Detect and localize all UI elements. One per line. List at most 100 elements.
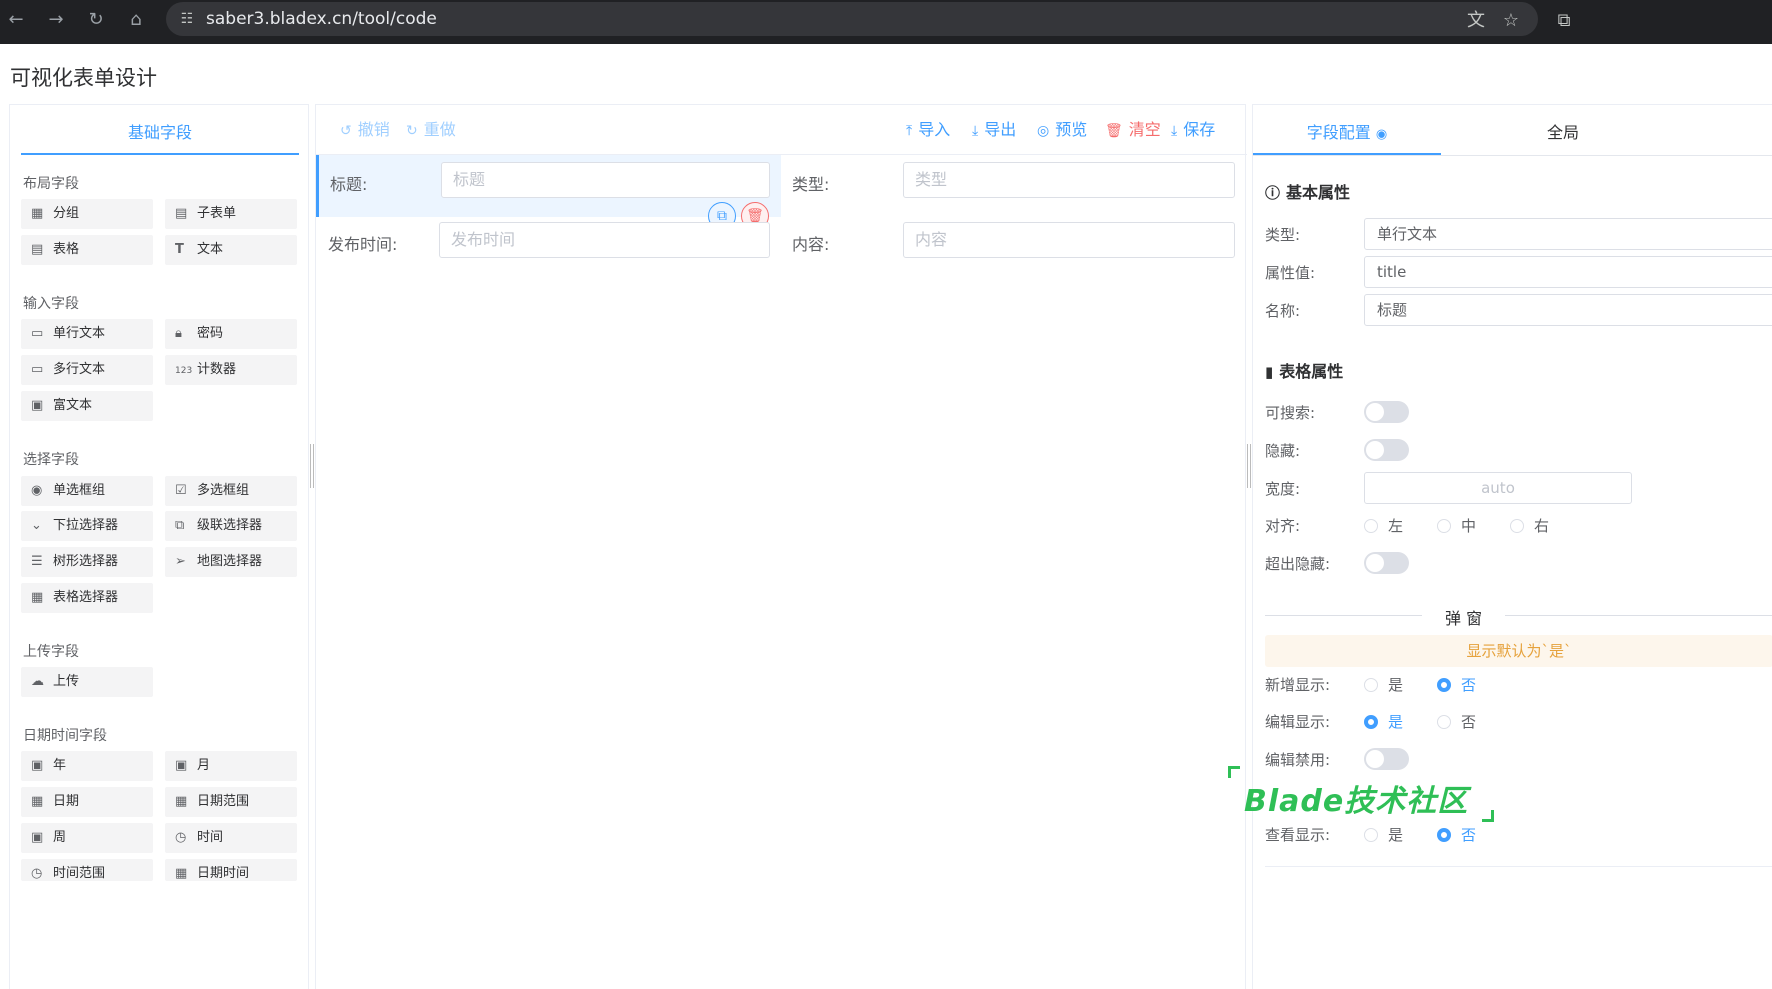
forward-arrow-icon[interactable]: → (43, 7, 69, 33)
browser-toolbar: ← → ↻ ⌂ ☷ saber3.bladex.cn/tool/code 文 ☆… (0, 0, 1772, 44)
edit-show-yes-radio[interactable]: 是 (1364, 712, 1403, 732)
content-input[interactable]: 内容 (903, 222, 1235, 258)
bookmark-star-icon[interactable]: ☆ (1497, 7, 1525, 35)
divider-line (1505, 615, 1772, 616)
align-center-radio[interactable]: 中 (1437, 516, 1476, 536)
field-date[interactable]: ▦ 日期 (21, 787, 153, 817)
field-multi-text[interactable]: ▭ 多行文本 (21, 355, 153, 385)
home-icon[interactable]: ⌂ (123, 7, 149, 33)
type-prop-select[interactable]: 单行文本 (1364, 218, 1772, 250)
align-right-label: 右 (1534, 517, 1550, 535)
field-checkbox-group[interactable]: ☑ 多选框组 (165, 476, 297, 506)
field-single-text[interactable]: ▭ 单行文本 (21, 319, 153, 349)
hidden-switch[interactable] (1364, 439, 1409, 461)
add-show-yes-radio[interactable]: 是 (1364, 675, 1403, 695)
view-show-yes-radio[interactable]: 是 (1364, 825, 1403, 845)
calendar-icon: ▦ (31, 794, 44, 809)
prop-value-label: 属性值: (1265, 264, 1316, 282)
group-datetime-title: 日期时间字段 (23, 728, 107, 744)
radio-dot (1437, 715, 1451, 729)
field-tree-select[interactable]: ☰ 树形选择器 (21, 547, 153, 577)
page-title: 可视化表单设计 (10, 66, 157, 90)
field-time[interactable]: ◷ 时间 (165, 823, 297, 853)
clear-button[interactable]: 🗑︎ 清空 (1105, 119, 1161, 142)
save-button[interactable]: ⤓ 保存 (1171, 119, 1215, 142)
site-settings-icon[interactable]: ☷ (176, 8, 198, 30)
view-show-no-radio[interactable]: 否 (1437, 825, 1476, 845)
align-right-radio[interactable]: 右 (1510, 516, 1549, 536)
table-props-title: 表格属性 (1279, 362, 1344, 381)
field-subform[interactable]: ▤ 子表单 (165, 199, 297, 229)
field-password[interactable]: 🔒︎ 密码 (165, 319, 297, 349)
field-counter[interactable]: 123 计数器 (165, 355, 297, 385)
field-rich-text-label: 富文本 (53, 398, 93, 413)
no-label: 否 (1461, 676, 1477, 694)
field-datetime[interactable]: ▦ 日期时间 (165, 859, 297, 881)
field-group[interactable]: ▦ 分组 (21, 199, 153, 229)
field-dropdown[interactable]: ⌄ 下拉选择器 (21, 511, 153, 541)
prop-value-input[interactable]: title (1364, 256, 1772, 288)
group-layout-title: 布局字段 (23, 176, 79, 192)
field-text[interactable]: T 文本 (165, 235, 297, 265)
field-radio-group[interactable]: ◉ 单选框组 (21, 476, 153, 506)
redo-button[interactable]: ↻ 重做 (406, 119, 456, 142)
content-field-label: 内容: (792, 235, 830, 254)
export-button[interactable]: ⤓ 导出 (972, 119, 1016, 142)
searchable-label: 可搜索: (1265, 404, 1316, 422)
publish-time-input[interactable]: 发布时间 (439, 222, 770, 258)
tab-field-config[interactable]: 字段配置 ◉ (1253, 105, 1441, 155)
radio-icon: ◉ (31, 483, 43, 498)
field-map-select[interactable]: ➢ 地图选择器 (165, 547, 297, 577)
preview-button[interactable]: ◎ 预览 (1037, 119, 1087, 142)
width-input[interactable]: auto (1364, 472, 1632, 504)
field-time-range[interactable]: ◷ 时间范围 (21, 859, 153, 881)
field-upload[interactable]: ☁ 上传 (21, 667, 153, 697)
overflow-switch[interactable] (1364, 552, 1409, 574)
align-left-label: 左 (1388, 517, 1404, 535)
field-date-range[interactable]: ▦ 日期范围 (165, 787, 297, 817)
name-prop-input[interactable]: 标题 (1364, 294, 1772, 326)
tab-global-config[interactable]: 全局 (1547, 105, 1579, 161)
yes-label: 是 (1388, 713, 1404, 731)
download-icon: ⤓ (972, 123, 979, 139)
field-month[interactable]: ▣ 月 (165, 751, 297, 781)
edit-show-no-radio[interactable]: 否 (1437, 712, 1476, 732)
overflow-label: 超出隐藏: (1265, 555, 1331, 573)
undo-button[interactable]: ↺ 撤销 (340, 119, 390, 142)
field-year[interactable]: ▣ 年 (21, 751, 153, 781)
add-show-no-radio[interactable]: 否 (1437, 675, 1476, 695)
field-table[interactable]: ▤ 表格 (21, 235, 153, 265)
cascader-icon: ⧉ (175, 518, 185, 533)
clear-label: 清空 (1128, 120, 1161, 139)
field-tree-select-label: 树形选择器 (53, 554, 119, 569)
align-left-radio[interactable]: 左 (1364, 516, 1403, 536)
chevron-circle-icon: ⌄ (31, 518, 42, 533)
tree-icon: ☰ (31, 554, 43, 569)
field-rich-text[interactable]: ▣ 富文本 (21, 391, 153, 421)
calendar-icon: ▣ (175, 758, 188, 773)
extensions-icon[interactable]: ⧉ (1550, 7, 1578, 35)
field-table-select[interactable]: ▦ 表格选择器 (21, 583, 153, 613)
right-resize-handle[interactable] (1247, 444, 1251, 488)
group-select-title: 选择字段 (23, 452, 79, 468)
radio-dot (1437, 828, 1451, 842)
back-arrow-icon[interactable]: ← (3, 7, 29, 33)
save-label: 保存 (1183, 120, 1216, 139)
title-input[interactable]: 标题 (441, 162, 770, 198)
reload-icon[interactable]: ↻ (83, 7, 109, 33)
tab-basic-fields[interactable]: 基础字段 (21, 105, 299, 155)
searchable-switch[interactable] (1364, 401, 1409, 423)
table-icon: ▤ (175, 206, 188, 221)
translate-icon[interactable]: 文 (1462, 7, 1490, 35)
left-resize-handle[interactable] (310, 444, 314, 488)
field-cascader[interactable]: ⧉ 级联选择器 (165, 511, 297, 541)
address-bar-url[interactable]: saber3.bladex.cn/tool/code (206, 9, 437, 29)
align-center-label: 中 (1461, 517, 1477, 535)
address-bar[interactable]: ☷ saber3.bladex.cn/tool/code (166, 2, 1538, 36)
export-label: 导出 (984, 120, 1017, 139)
field-week-label: 周 (53, 830, 67, 845)
type-input[interactable]: 类型 (903, 162, 1235, 198)
field-week[interactable]: ▣ 周 (21, 823, 153, 853)
calendar-icon: ▦ (175, 866, 188, 881)
import-button[interactable]: ⤒ 导入 (906, 119, 950, 142)
